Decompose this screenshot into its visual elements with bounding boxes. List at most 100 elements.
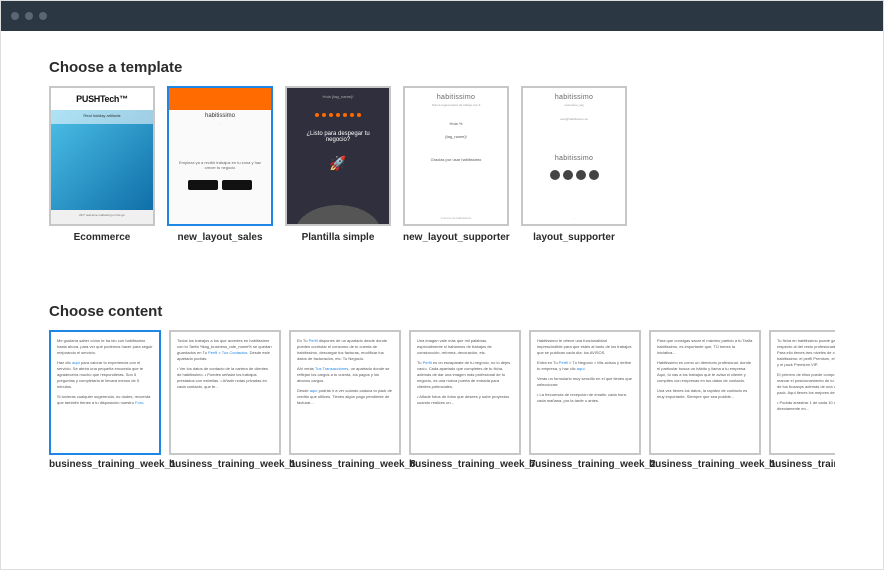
content-card[interactable]: Para que consigas sacar el máximo partid…: [649, 330, 761, 470]
content-row: Me gustaría saber cómo te ha ido con hab…: [49, 330, 835, 470]
content-thumb: Todos los trabajos a los que accedes en …: [169, 330, 281, 455]
thumb-line: {tag_name}!: [405, 134, 507, 139]
content-paragraph: Todos los trabajos a los que accedes en …: [177, 338, 273, 362]
template-label: layout_supporter: [521, 232, 627, 243]
content-paragraph: Verás un formulario muy sencillo en el q…: [537, 376, 633, 388]
content-paragraph: • La frecuencia de recepción de emails: …: [537, 392, 633, 404]
content-paragraph: Desde aquí podrás ir a ver cuándo caduca…: [297, 388, 393, 406]
template-row: PUSHTech™ Real holiday artifacts 24/7 re…: [49, 86, 835, 243]
window-dot: [11, 12, 19, 20]
template-card-plantilla-simple[interactable]: Hola {tag_name}! ¿Listo para despegar tu…: [285, 86, 391, 243]
content-label: business_training_week_7: [409, 459, 521, 470]
content-paragraph: Me gustaría saber cómo te ha ido con hab…: [57, 338, 153, 356]
content-thumb: Habitissimo te ofrece una funcionalidad …: [529, 330, 641, 455]
template-card-new-layout-sales[interactable]: habitissimo ... Empieza ya a recibir tra…: [167, 86, 273, 243]
template-label: new_layout_sales: [167, 232, 273, 243]
thumb-greeting: Hola {tag_name}!: [287, 88, 389, 105]
content-thumb: Tu ficha en habitissimo puede ganar visi…: [769, 330, 835, 455]
template-card-layout-supporter[interactable]: habitissimo username_tag user@habitissim…: [521, 86, 627, 243]
content-label: business_training_week_1: [169, 459, 281, 470]
content-paragraph: Tu Perfil es un escaparate de tu negocio…: [417, 360, 513, 390]
thumb-footer: Correos de habitissimo: [405, 212, 507, 224]
template-thumb: habitissimo username_tag user@habitissim…: [521, 86, 627, 226]
rocket-icon: 🚀: [287, 155, 389, 172]
app-window: Choose a template PUSHTech™ Real holiday…: [0, 0, 884, 570]
thumb-question: ¿Listo para despegar tu negocio?: [287, 131, 389, 143]
main-content: Choose a template PUSHTech™ Real holiday…: [1, 31, 883, 570]
content-heading: Choose content: [49, 303, 835, 320]
window-titlebar: [1, 1, 883, 31]
thumb-line: Hola %: [405, 121, 507, 126]
template-thumb: Hola {tag_name}! ¿Listo para despegar tu…: [285, 86, 391, 226]
template-label: new_layout_supporter: [403, 232, 509, 243]
content-paragraph: En Tu Perfil dispones de un apartado des…: [297, 338, 393, 362]
template-label: Ecommerce: [49, 232, 155, 243]
thumb-body: Empieza ya a recibir trabajos en tu zona…: [169, 126, 271, 224]
content-card[interactable]: Una imagen vale más que mil palabras, es…: [409, 330, 521, 470]
content-paragraph: Tu ficha en habitissimo puede ganar visi…: [777, 338, 835, 368]
content-paragraph: Una imagen vale más que mil palabras, es…: [417, 338, 513, 356]
content-card[interactable]: Habitissimo te ofrece una funcionalidad …: [529, 330, 641, 470]
hero-image: Real holiday artifacts: [51, 110, 153, 210]
templates-heading: Choose a template: [49, 59, 835, 76]
window-dot: [25, 12, 33, 20]
content-card[interactable]: Tu ficha en habitissimo puede ganar visi…: [769, 330, 835, 470]
content-paragraph: Entra en Tu Perfil > Tu Negocio > Mis av…: [537, 360, 633, 372]
content-label: business_training_week_6: [769, 459, 835, 470]
hero-band: Real holiday artifacts: [51, 110, 153, 124]
content-label: business_training_week_1: [649, 459, 761, 470]
thumb-title: habitissimo: [169, 110, 271, 122]
thumb-subtitle: Nunca regenerados de trabajo con fi: [405, 103, 507, 107]
content-label: business_training_week_8: [289, 459, 401, 470]
content-paragraph: Habitissimo es como un directorio profes…: [657, 360, 753, 384]
social-icon: [589, 170, 599, 180]
thumb-footer: 24/7 real-time marketing on the go: [51, 210, 153, 224]
curve-decor: [287, 200, 389, 224]
content-paragraph: • Añade fotos de fotos que desees y sube…: [417, 394, 513, 406]
thumb-brand2: habitissimo: [523, 149, 625, 164]
content-thumb: Una imagen vale más que mil palabras, es…: [409, 330, 521, 455]
content-card[interactable]: Me gustaría saber cómo te ha ido con hab…: [49, 330, 161, 470]
social-icon: [563, 170, 573, 180]
template-card-new-layout-supporter[interactable]: habitissimo Nunca regenerados de trabajo…: [403, 86, 509, 243]
content-label: business_training_week_1: [49, 459, 161, 470]
thumb-brand: habitissimo: [405, 88, 507, 103]
orange-bar: [169, 88, 271, 110]
content-paragraph: Una vez tienes los datos, la rapidez de …: [657, 388, 753, 400]
content-label: business_training_week_2: [529, 459, 641, 470]
store-buttons: [188, 180, 252, 190]
thumb-sub1: username_tag: [523, 103, 625, 107]
thumb-text: Empieza ya a recibir trabajos en tu zona…: [175, 160, 265, 170]
brand-logo: PUSHTech™: [51, 88, 153, 110]
thumb-footer: ...: [523, 212, 625, 224]
content-thumb: Me gustaría saber cómo te ha ido con hab…: [49, 330, 161, 455]
template-thumb: habitissimo ... Empieza ya a recibir tra…: [167, 86, 273, 226]
content-card[interactable]: En Tu Perfil dispones de un apartado des…: [289, 330, 401, 470]
content-paragraph: • Ver los datos de contacto de la carter…: [177, 366, 273, 390]
content-thumb: Para que consigas sacar el máximo partid…: [649, 330, 761, 455]
social-icon: [576, 170, 586, 180]
content-thumb: En Tu Perfil dispones de un apartado des…: [289, 330, 401, 455]
social-icons: [523, 170, 625, 180]
template-card-ecommerce[interactable]: PUSHTech™ Real holiday artifacts 24/7 re…: [49, 86, 155, 243]
googleplay-badge: [222, 180, 252, 190]
window-dot: [39, 12, 47, 20]
content-paragraph: El primero de ellos puede comprar y cons…: [777, 372, 835, 396]
template-thumb: PUSHTech™ Real holiday artifacts 24/7 re…: [49, 86, 155, 226]
thumb-sub2: user@habitissimo.es: [523, 117, 625, 121]
appstore-badge: [188, 180, 218, 190]
content-paragraph: • Podrás arrastrar 1 de cada 10 contacto…: [777, 400, 835, 412]
thumb-brand: habitissimo: [523, 88, 625, 103]
content-paragraph: Si tuvieras cualquier sugerencia, no dud…: [57, 394, 153, 406]
thumb-thanks: Gracias por usar habitissimo: [405, 157, 507, 162]
content-card[interactable]: Todos los trabajos a los que accedes en …: [169, 330, 281, 470]
social-icon: [550, 170, 560, 180]
dot-row: [287, 113, 389, 117]
content-paragraph: Haz clic aquí para valorar tu experienci…: [57, 360, 153, 390]
template-thumb: habitissimo Nunca regenerados de trabajo…: [403, 86, 509, 226]
content-paragraph: Para que consigas sacar el máximo partid…: [657, 338, 753, 356]
content-paragraph: Ahí verás Tus Transacciones, un apartado…: [297, 366, 393, 384]
template-label: Plantilla simple: [285, 232, 391, 243]
content-section: Choose content Me gustaría saber cómo te…: [49, 303, 835, 470]
content-paragraph: Habitissimo te ofrece una funcionalidad …: [537, 338, 633, 356]
